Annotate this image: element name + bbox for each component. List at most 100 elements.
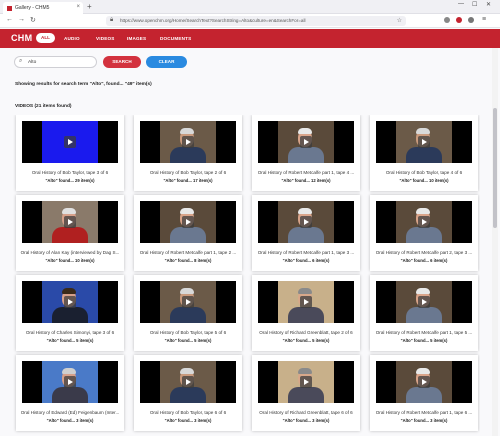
nav-all[interactable]: ALL [36, 33, 55, 43]
match-count: "Alto" found... 8 item(s) [164, 258, 212, 263]
play-icon[interactable] [418, 136, 430, 148]
video-title[interactable]: Oral History of Bob Taylor, tape 5 of 6 [136, 330, 240, 335]
video-card[interactable]: Oral History of Robert Metcalfe part 1, … [370, 355, 478, 431]
video-thumbnail[interactable] [376, 201, 472, 243]
video-thumbnail[interactable] [140, 201, 236, 243]
play-icon[interactable] [418, 296, 430, 308]
video-title[interactable]: Oral History of Robert Metcalfe part 1, … [372, 410, 476, 415]
play-icon[interactable] [300, 216, 312, 228]
maximize-icon[interactable]: ☐ [472, 1, 477, 8]
video-card[interactable]: Oral History of Richard Greenblatt, tape… [252, 275, 360, 351]
video-card[interactable]: Oral History of Bob Taylor, tape 4 of 6 … [370, 115, 478, 191]
video-title[interactable]: Oral History of Charles Simonyi, tape 3 … [18, 330, 122, 335]
video-card[interactable]: Oral History of Robert Metcalfe part 1, … [370, 275, 478, 351]
search-input[interactable]: ⌕ Alto [14, 56, 97, 68]
play-icon[interactable] [300, 296, 312, 308]
play-icon[interactable] [64, 376, 76, 388]
video-title[interactable]: Oral History of Bob Taylor, tape 2 of 6 [136, 170, 240, 175]
reload-icon[interactable]: ↻ [30, 16, 36, 24]
video-title[interactable]: Oral History of Robert Metcalfe part 1, … [136, 250, 240, 255]
play-icon[interactable] [182, 296, 194, 308]
video-card[interactable]: Oral History of Bob Taylor, tape 6 of 6 … [134, 355, 242, 431]
video-title[interactable]: Oral History of Robert Metcalfe part 1, … [372, 330, 476, 335]
video-thumbnail[interactable] [140, 121, 236, 163]
play-icon[interactable] [64, 136, 76, 148]
video-title[interactable]: Oral History of Robert Metcalfe part 2, … [372, 250, 476, 255]
video-thumbnail[interactable] [258, 361, 354, 403]
play-icon[interactable] [64, 296, 76, 308]
play-icon[interactable] [300, 136, 312, 148]
video-title[interactable]: Oral History of Bob Taylor, tape 6 of 6 [136, 410, 240, 415]
video-card[interactable]: Oral History of Bob Taylor, tape 5 of 6 … [134, 275, 242, 351]
video-thumbnail[interactable] [258, 281, 354, 323]
nav-videos[interactable]: VIDEOS [96, 36, 115, 41]
play-icon[interactable] [418, 216, 430, 228]
match-count: "Alto" found... 3 item(s) [46, 418, 94, 423]
match-count: "Alto" found... 17 item(s) [163, 178, 213, 183]
play-icon[interactable] [418, 376, 430, 388]
video-card[interactable]: Oral History of Robert Metcalfe part 1, … [134, 195, 242, 271]
video-title[interactable]: Oral History of Richard Greenblatt, tape… [254, 330, 358, 335]
nav-images[interactable]: IMAGES [127, 36, 146, 41]
nav-audio[interactable]: AUDIO [64, 36, 80, 41]
video-thumbnail[interactable] [22, 361, 118, 403]
video-title[interactable]: Oral History of Alan Kay (interviewed by… [18, 250, 122, 255]
extension-icon[interactable] [456, 17, 462, 23]
video-thumbnail[interactable] [376, 361, 472, 403]
bookmark-star-icon[interactable]: ☆ [397, 17, 402, 24]
browser-tab[interactable]: Gallery - CHM5 × [3, 2, 83, 14]
shield-icon[interactable] [444, 17, 450, 23]
video-thumbnail[interactable] [376, 281, 472, 323]
menu-icon[interactable]: ≡ [482, 16, 486, 23]
back-icon[interactable]: ← [6, 16, 13, 23]
play-icon[interactable] [182, 376, 194, 388]
match-count: "Alto" found... 5 item(s) [400, 338, 448, 343]
video-title[interactable]: Oral History of Bob Taylor, tape 3 of 6 [18, 170, 122, 175]
video-card[interactable]: Oral History of Charles Simonyi, tape 3 … [16, 275, 124, 351]
minimize-icon[interactable]: — [458, 1, 464, 7]
match-count: "Alto" found... 3 item(s) [400, 418, 448, 423]
lock-icon: 🔒︎ [110, 17, 114, 23]
clear-button[interactable]: CLEAR [146, 56, 187, 68]
video-title[interactable]: Oral History of Bob Taylor, tape 4 of 6 [372, 170, 476, 175]
nav-documents[interactable]: DOCUMENTS [160, 36, 191, 41]
favicon-icon [7, 5, 12, 11]
video-title[interactable]: Oral History of Robert Metcalfe part 1, … [254, 250, 358, 255]
video-card[interactable]: Oral History of Alan Kay (interviewed by… [16, 195, 124, 271]
profile-icon[interactable] [468, 17, 474, 23]
video-card[interactable]: Oral History of Bob Taylor, tape 2 of 6 … [134, 115, 242, 191]
video-card[interactable]: Oral History of Edward (Ed) Feigenbaum (… [16, 355, 124, 431]
play-icon[interactable] [64, 216, 76, 228]
match-count: "Alto" found... 3 item(s) [164, 418, 212, 423]
forward-icon[interactable]: → [18, 16, 25, 23]
video-thumbnail[interactable] [140, 361, 236, 403]
new-tab-button[interactable]: + [87, 2, 92, 11]
play-icon[interactable] [300, 376, 312, 388]
video-card[interactable]: Oral History of Richard Greenblatt, tape… [252, 355, 360, 431]
video-card[interactable]: Oral History of Robert Metcalfe part 2, … [370, 195, 478, 271]
video-title[interactable]: Oral History of Edward (Ed) Feigenbaum (… [18, 410, 122, 415]
site-logo[interactable]: CHM [11, 33, 32, 43]
search-button[interactable]: SEARCH [103, 56, 141, 68]
address-bar[interactable]: 🔒︎ https://www.openchm.org/Home/SearchTe… [106, 16, 406, 26]
video-card[interactable]: Oral History of Robert Metcalfe part 1, … [252, 195, 360, 271]
video-thumbnail[interactable] [258, 121, 354, 163]
video-title[interactable]: Oral History of Robert Metcalfe part 1, … [254, 170, 358, 175]
video-thumbnail[interactable] [140, 281, 236, 323]
page-scrollbar[interactable] [492, 48, 498, 436]
match-count: "Alto" found... 5 item(s) [46, 338, 94, 343]
video-title[interactable]: Oral History of Richard Greenblatt, tape… [254, 410, 358, 415]
video-card[interactable]: Oral History of Bob Taylor, tape 3 of 6 … [16, 115, 124, 191]
match-count: "Alto" found... 3 item(s) [282, 418, 330, 423]
play-icon[interactable] [182, 216, 194, 228]
close-window-icon[interactable]: ✕ [486, 1, 491, 8]
scrollbar-thumb[interactable] [493, 108, 497, 228]
play-icon[interactable] [182, 136, 194, 148]
video-thumbnail[interactable] [22, 201, 118, 243]
video-thumbnail[interactable] [376, 121, 472, 163]
video-card[interactable]: Oral History of Robert Metcalfe part 1, … [252, 115, 360, 191]
video-thumbnail[interactable] [22, 281, 118, 323]
video-thumbnail[interactable] [22, 121, 118, 163]
video-thumbnail[interactable] [258, 201, 354, 243]
close-tab-icon[interactable]: × [76, 4, 80, 10]
